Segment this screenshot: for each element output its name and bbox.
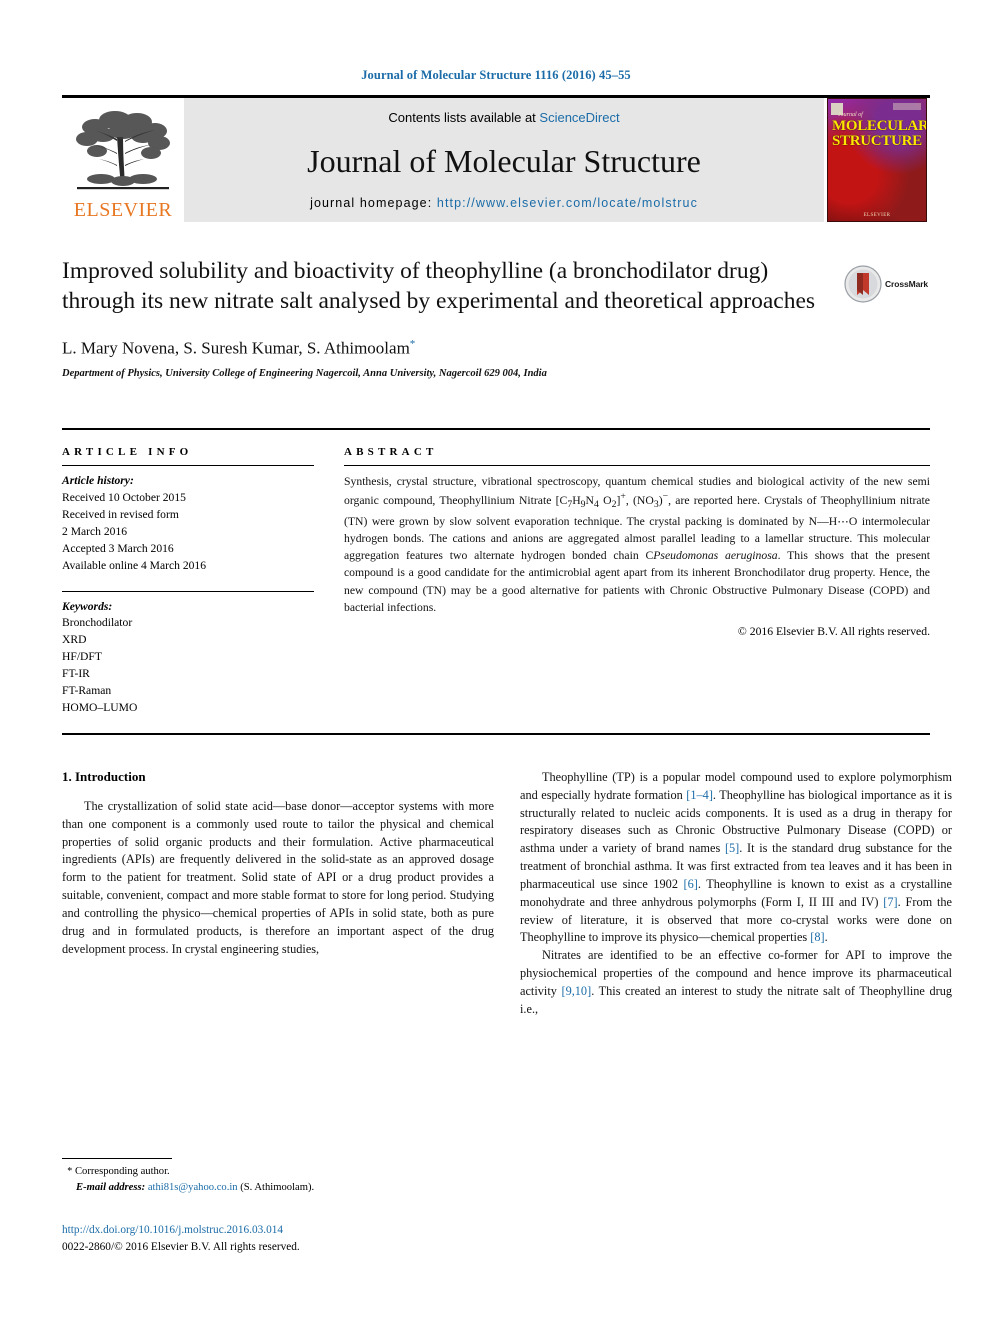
body-right-column: Theophylline (TP) is a popular model com… <box>520 769 952 1019</box>
abstract-bottom-rule <box>62 732 930 735</box>
intro-paragraph-right-2: Nitrates are identified to be an effecti… <box>520 947 952 1018</box>
footnote-corresponding-line: * Corresponding author. <box>62 1164 494 1180</box>
keyword-item: HOMO–LUMO <box>62 701 138 715</box>
crossmark-icon <box>844 265 882 303</box>
keywords-rule <box>62 590 314 592</box>
abstract-rule <box>344 465 930 466</box>
affiliation: Department of Physics, University Colleg… <box>62 367 547 379</box>
footnote-star-marker: * <box>67 1166 73 1177</box>
keyword-item: FT-Raman <box>62 684 112 698</box>
footnote-corresponding-text: Corresponding author. <box>74 1166 170 1177</box>
organism-name: Pseudomonas aeruginosa <box>653 549 778 563</box>
abstract-part: O <box>598 494 612 508</box>
corresponding-author-marker[interactable]: * <box>410 338 416 350</box>
abstract-column: ABSTRACT Synthesis, crystal structure, v… <box>344 446 930 717</box>
contents-lists-line: Contents lists available at ScienceDirec… <box>388 110 619 125</box>
keyword-item: XRD <box>62 633 87 647</box>
title-area: Improved solubility and bioactivity of t… <box>62 256 930 406</box>
citation-ref[interactable]: [9,10] <box>561 984 591 998</box>
article-info-rule <box>62 465 314 466</box>
homepage-url-link[interactable]: http://www.elsevier.com/locate/molstruc <box>437 196 698 210</box>
cover-title-line1: MOLECULAR <box>832 118 927 134</box>
cover-top-strip <box>893 103 921 110</box>
journal-cover-thumbnail: Journal of MOLECULAR STRUCTURE ELSEVIER <box>824 98 930 222</box>
homepage-prefix: journal homepage: <box>310 196 437 210</box>
issn-copyright-line: 0022-2860/© 2016 Elsevier B.V. All right… <box>62 1240 300 1253</box>
history-item: Received in revised form <box>62 507 179 521</box>
abstract-copyright: © 2016 Elsevier B.V. All rights reserved… <box>737 624 930 638</box>
intro-paragraph-left: The crystallization of solid state acid—… <box>62 798 494 956</box>
corresponding-author-footnote: * Corresponding author. E-mail address: … <box>62 1158 494 1196</box>
cover-title: MOLECULAR STRUCTURE <box>832 118 927 150</box>
cover-title-line2: STRUCTURE <box>832 133 922 150</box>
info-top-rule <box>62 428 930 430</box>
crossmark-label: CrossMark <box>885 279 929 289</box>
keyword-item: FT-IR <box>62 667 90 681</box>
keyword-item: HF/DFT <box>62 650 102 664</box>
footnote-email-line: E-mail address: athi81s@yahoo.co.in (S. … <box>62 1180 494 1196</box>
article-history-group: Article history: Received 10 October 201… <box>62 473 314 575</box>
introduction-heading: 1. Introduction <box>62 768 146 784</box>
keyword-item: Bronchodilator <box>62 616 133 630</box>
keywords-group: Keywords: Bronchodilator XRD HF/DFT FT-I… <box>62 599 314 717</box>
history-item: Accepted 3 March 2016 <box>62 541 174 555</box>
body-left-column: 1. Introduction The crystallization of s… <box>62 769 494 1019</box>
citation-ref[interactable]: [6] <box>684 877 698 891</box>
footnote-rule <box>62 1158 172 1159</box>
article-info-column: ARTICLE INFO Article history: Received 1… <box>62 446 314 717</box>
abstract-part: , (NO <box>625 494 654 508</box>
journal-article-page: Journal of Molecular Structure 1116 (201… <box>0 0 992 1323</box>
article-title: Improved solubility and bioactivity of t… <box>62 258 816 315</box>
body-columns: 1. Introduction The crystallization of s… <box>62 769 952 1019</box>
citation-ref[interactable]: [7] <box>883 895 897 909</box>
email-attribution: (S. Athimoolam). <box>240 1181 315 1193</box>
elsevier-tree-icon <box>76 111 170 190</box>
citation-ref[interactable]: [1–4] <box>686 788 713 802</box>
history-item: Available online 4 March 2016 <box>62 558 207 572</box>
email-address-label: E-mail address: <box>76 1181 146 1193</box>
email-link[interactable]: athi81s@yahoo.co.in <box>148 1182 238 1193</box>
authors-names: L. Mary Novena, S. Suresh Kumar, S. Athi… <box>62 338 410 358</box>
masthead-center: Contents lists available at ScienceDirec… <box>184 98 824 222</box>
citation-ref[interactable]: [8] <box>810 930 824 944</box>
abstract-text: Synthesis, crystal structure, vibrationa… <box>344 473 930 616</box>
abstract-part: H <box>572 494 581 508</box>
doi-link[interactable]: http://dx.doi.org/10.1016/j.molstruc.201… <box>62 1222 300 1239</box>
citation-ref[interactable]: [5] <box>725 841 739 855</box>
journal-masthead: ELSEVIER Contents lists available at Sci… <box>62 98 930 222</box>
info-abstract-row: ARTICLE INFO Article history: Received 1… <box>62 446 930 717</box>
contents-prefix: Contents lists available at <box>388 110 540 125</box>
cover-publisher-label: ELSEVIER <box>863 213 891 218</box>
sciencedirect-link[interactable]: ScienceDirect <box>539 110 619 125</box>
author-list: L. Mary Novena, S. Suresh Kumar, S. Athi… <box>62 338 930 359</box>
doi-footer: http://dx.doi.org/10.1016/j.molstruc.201… <box>62 1222 300 1256</box>
para-part: . <box>824 930 828 945</box>
abstract-heading: ABSTRACT <box>344 446 438 458</box>
keywords-label: Keywords: <box>62 599 113 613</box>
journal-homepage-line: journal homepage: http://www.elsevier.co… <box>310 196 698 210</box>
elsevier-logo: ELSEVIER <box>62 98 184 222</box>
intro-paragraph-right-1: Theophylline (TP) is a popular model com… <box>520 769 952 947</box>
history-item: Received 10 October 2015 <box>62 490 186 504</box>
cover-image: Journal of MOLECULAR STRUCTURE ELSEVIER <box>827 98 927 222</box>
history-item: 2 March 2016 <box>62 524 128 538</box>
journal-title: Journal of Molecular Structure <box>307 142 701 179</box>
abstract-part: N <box>585 494 594 508</box>
elsevier-wordmark: ELSEVIER <box>73 199 173 221</box>
article-history-label: Article history: <box>62 474 134 487</box>
article-info-heading: ARTICLE INFO <box>62 446 193 458</box>
running-head: Journal of Molecular Structure 1116 (201… <box>361 68 631 82</box>
crossmark-badge[interactable]: CrossMark <box>844 258 930 310</box>
